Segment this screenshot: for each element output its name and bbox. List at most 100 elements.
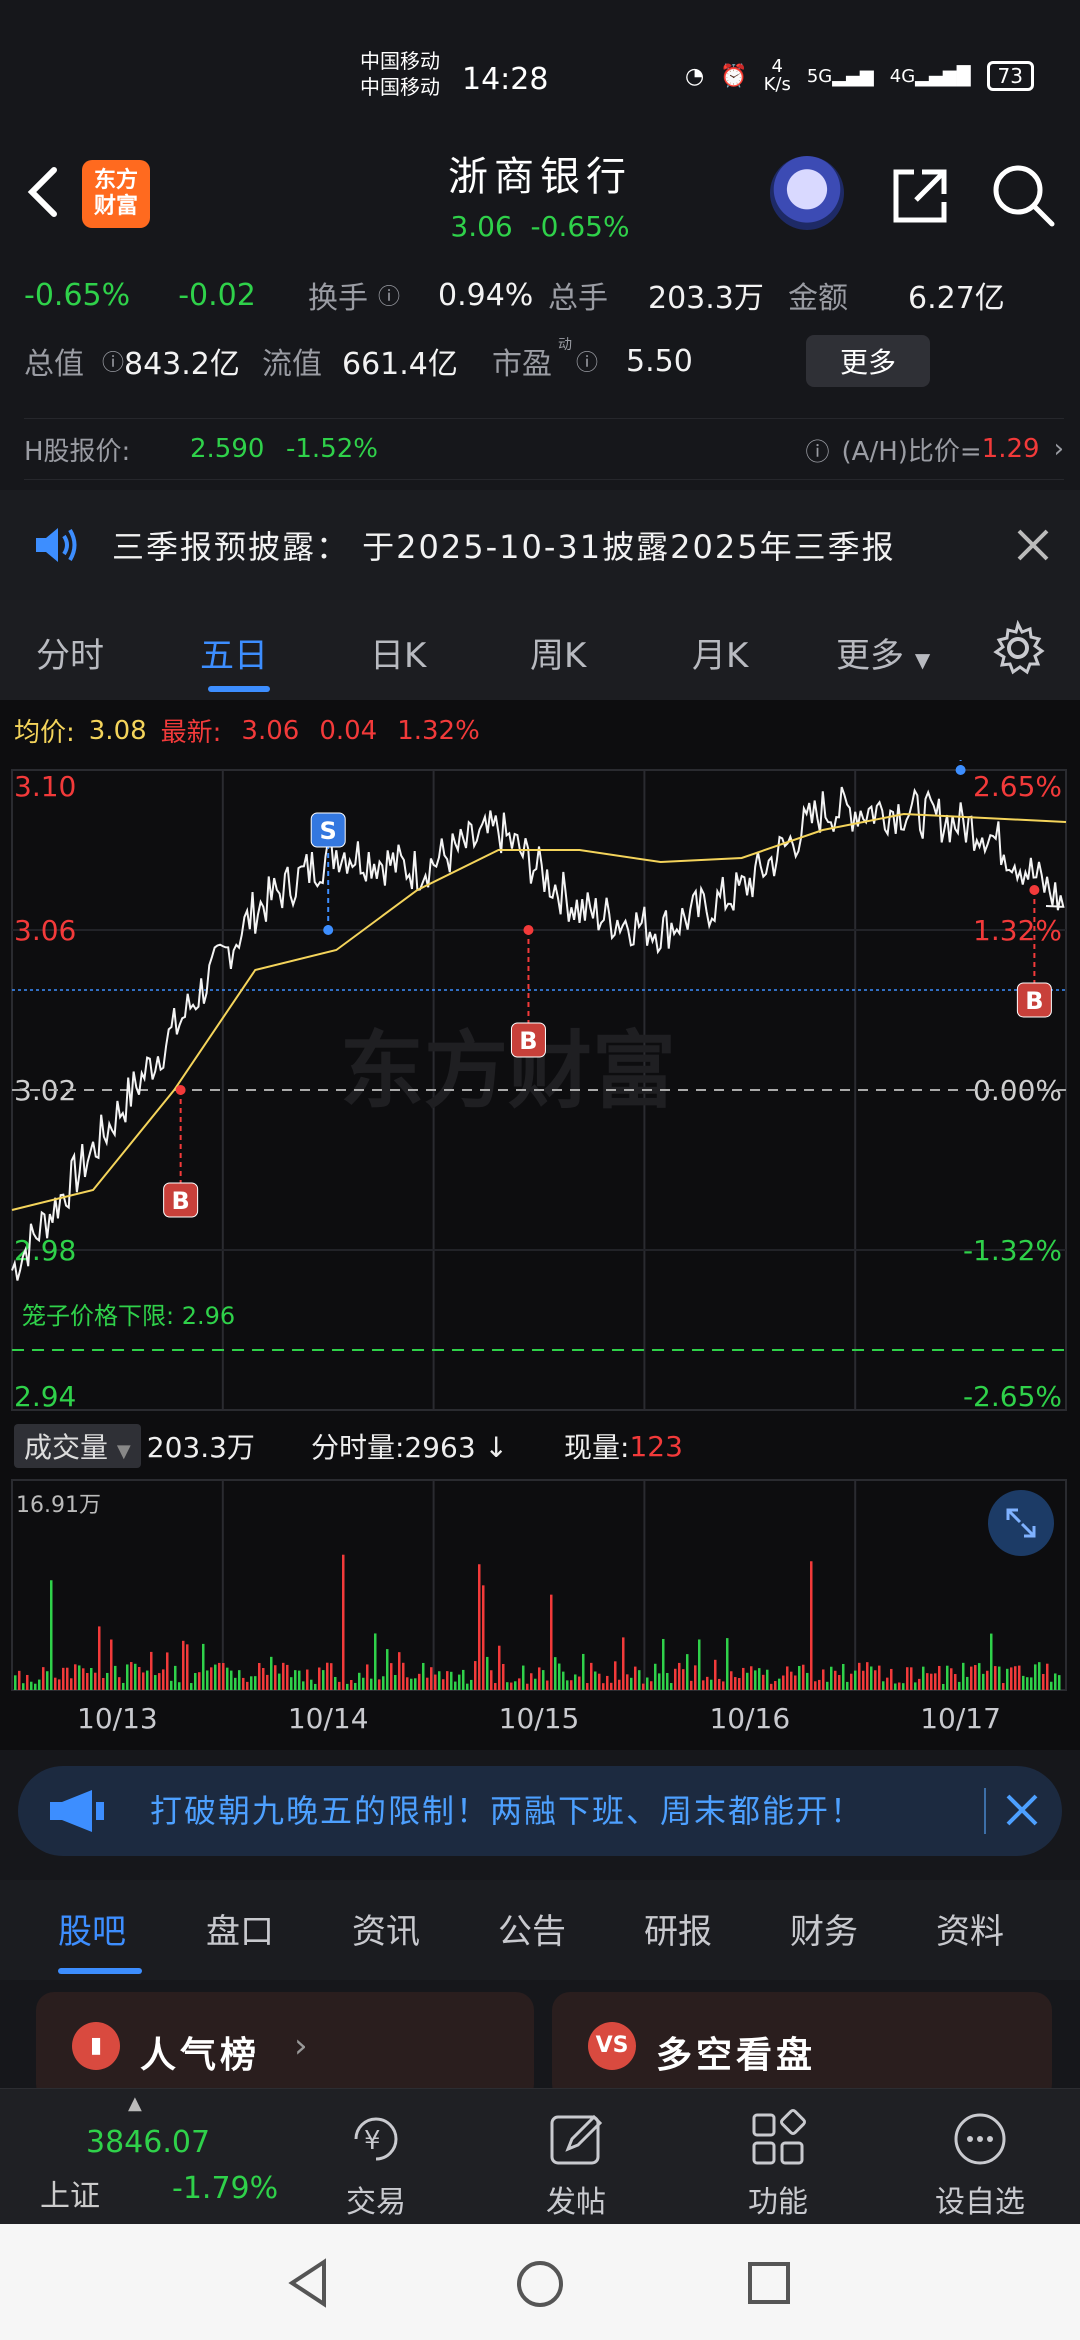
turnover-value: 0.94%	[438, 277, 534, 313]
volume-bar	[782, 1675, 785, 1690]
volume-bar	[894, 1683, 897, 1690]
volume-bar	[454, 1681, 457, 1690]
active-subtab-indicator	[58, 1968, 142, 1974]
volume-bar	[1046, 1663, 1049, 1690]
index-widget[interactable]: ▲ 3846.07 上证 -1.79%	[40, 2089, 278, 2225]
volume-bar	[870, 1666, 873, 1690]
volume-bar	[814, 1681, 817, 1690]
volume-bar	[622, 1637, 625, 1690]
price-volume-chart[interactable]: 东方财富 3.103.063.022.982.94 2.65%1.32%0.00…	[0, 760, 1080, 1750]
volume-bar	[534, 1678, 537, 1690]
banner-divider	[984, 1788, 986, 1834]
volume-bar	[734, 1677, 737, 1690]
gear-icon[interactable]	[990, 620, 1046, 676]
volume-bar	[802, 1664, 805, 1690]
volume-bar	[574, 1674, 577, 1690]
turnover-info-icon[interactable]: ⓘ	[378, 279, 438, 311]
nav-functions[interactable]: 功能	[708, 2099, 848, 2221]
volume-bar	[742, 1667, 745, 1690]
home-circle-icon[interactable]	[514, 2258, 566, 2310]
latest-change: 0.04	[319, 715, 378, 746]
volume-bar	[26, 1674, 29, 1690]
nav-trade[interactable]: ¥ 交易	[306, 2099, 446, 2221]
svg-text:¥: ¥	[364, 2126, 381, 2156]
battery-icon: 73	[986, 61, 1034, 91]
back-triangle-icon[interactable]	[286, 2258, 330, 2308]
tab-financials[interactable]: 财务	[790, 1904, 858, 1953]
volume-bar	[978, 1663, 981, 1690]
volume-bar	[282, 1662, 285, 1690]
volume-bar	[582, 1653, 585, 1690]
tab-five-day[interactable]: 五日	[200, 628, 268, 677]
volume-bar	[66, 1667, 69, 1690]
volume-bar	[310, 1679, 313, 1690]
volume-bar	[686, 1654, 689, 1690]
volume-bar	[786, 1666, 789, 1690]
tab-announcements[interactable]: 公告	[498, 1904, 566, 1953]
search-icon[interactable]	[990, 162, 1056, 228]
tab-intraday[interactable]: 分时	[36, 628, 104, 677]
volume-bar	[402, 1662, 405, 1690]
tab-monthly-k[interactable]: 月K	[692, 628, 748, 677]
pe-label: 市盈	[492, 347, 552, 382]
volume-bar	[242, 1677, 245, 1690]
marker-dot	[523, 925, 534, 935]
tab-news[interactable]: 资讯	[352, 1904, 420, 1953]
volume-bar	[154, 1675, 157, 1690]
volume-bar	[658, 1673, 661, 1690]
tab-weekly-k[interactable]: 周K	[530, 628, 586, 677]
float-cap-label: 流值	[262, 347, 322, 382]
signal-4g: 4G▂▄▆█	[889, 65, 971, 87]
popularity-card[interactable]: ▮ 人气榜 ›	[36, 1992, 534, 2102]
fullscreen-button[interactable]	[988, 1490, 1054, 1556]
nav-add-watchlist[interactable]: 设自选	[910, 2099, 1050, 2221]
tab-daily-k[interactable]: 日K	[370, 628, 426, 677]
tab-forum[interactable]: 股吧	[58, 1904, 126, 1953]
volume-bar	[570, 1680, 573, 1690]
volume-bar	[498, 1645, 501, 1690]
feature-cards: ▮ 人气榜 › VS 多空看盘	[0, 1980, 1080, 2102]
volume-bar	[1050, 1681, 1053, 1690]
volume-bar	[866, 1662, 869, 1690]
help-icon[interactable]: ⓘ	[806, 432, 830, 467]
ai-assistant-icon[interactable]	[770, 156, 844, 230]
recents-square-icon[interactable]	[746, 2260, 792, 2306]
volume-bar	[46, 1671, 49, 1690]
tab-profile[interactable]: 资料	[936, 1904, 1004, 1953]
pe-info-icon[interactable]: ⓘ	[576, 345, 626, 377]
volume-bar	[586, 1683, 589, 1690]
nav-post[interactable]: 发帖	[506, 2099, 646, 2221]
pct-tick-label: 1.32%	[973, 914, 1062, 947]
volume-bar	[414, 1678, 417, 1690]
volume-bar	[878, 1665, 881, 1690]
volume-indicator-dropdown[interactable]: 成交量 ▼	[14, 1424, 141, 1468]
bull-bear-card[interactable]: VS 多空看盘	[552, 1992, 1052, 2102]
share-icon[interactable]	[888, 164, 952, 228]
h-share-row[interactable]: H股报价: 2.590 -1.52% ⓘ (A/H)比价= 1.29 ›	[24, 418, 1064, 480]
marker-label: B	[171, 1187, 189, 1215]
volume-bar	[994, 1666, 997, 1690]
tab-more[interactable]: 更多 ▼	[836, 628, 930, 677]
volume-bar	[954, 1674, 957, 1690]
volume-bar	[858, 1662, 861, 1690]
volume-bar	[646, 1677, 649, 1690]
close-icon[interactable]	[1016, 528, 1050, 562]
volume-bar	[494, 1683, 497, 1690]
tab-order-book[interactable]: 盘口	[206, 1904, 274, 1953]
volume-bar	[822, 1669, 825, 1690]
earnings-notice[interactable]: 三季报预披露： 于2025-10-31披露2025年三季报	[0, 490, 1080, 600]
promo-banner[interactable]: 打破朝九晚五的限制！两融下班、周末都能开！	[18, 1766, 1062, 1856]
close-icon[interactable]	[1004, 1792, 1040, 1828]
more-stats-button[interactable]: 更多	[806, 335, 931, 387]
volume-bar	[746, 1672, 749, 1690]
volume-bar	[818, 1679, 821, 1690]
volume-bar	[134, 1663, 137, 1690]
market-cap-info-icon[interactable]: ⓘ	[102, 345, 124, 377]
volume-bar	[694, 1665, 697, 1690]
tab-research[interactable]: 研报	[644, 1904, 712, 1953]
system-navigation-bar	[0, 2224, 1080, 2340]
volume-bar	[730, 1671, 733, 1690]
volume-bar	[554, 1657, 557, 1690]
volume-bars	[14, 1554, 1061, 1690]
volume-bar	[1006, 1668, 1009, 1690]
